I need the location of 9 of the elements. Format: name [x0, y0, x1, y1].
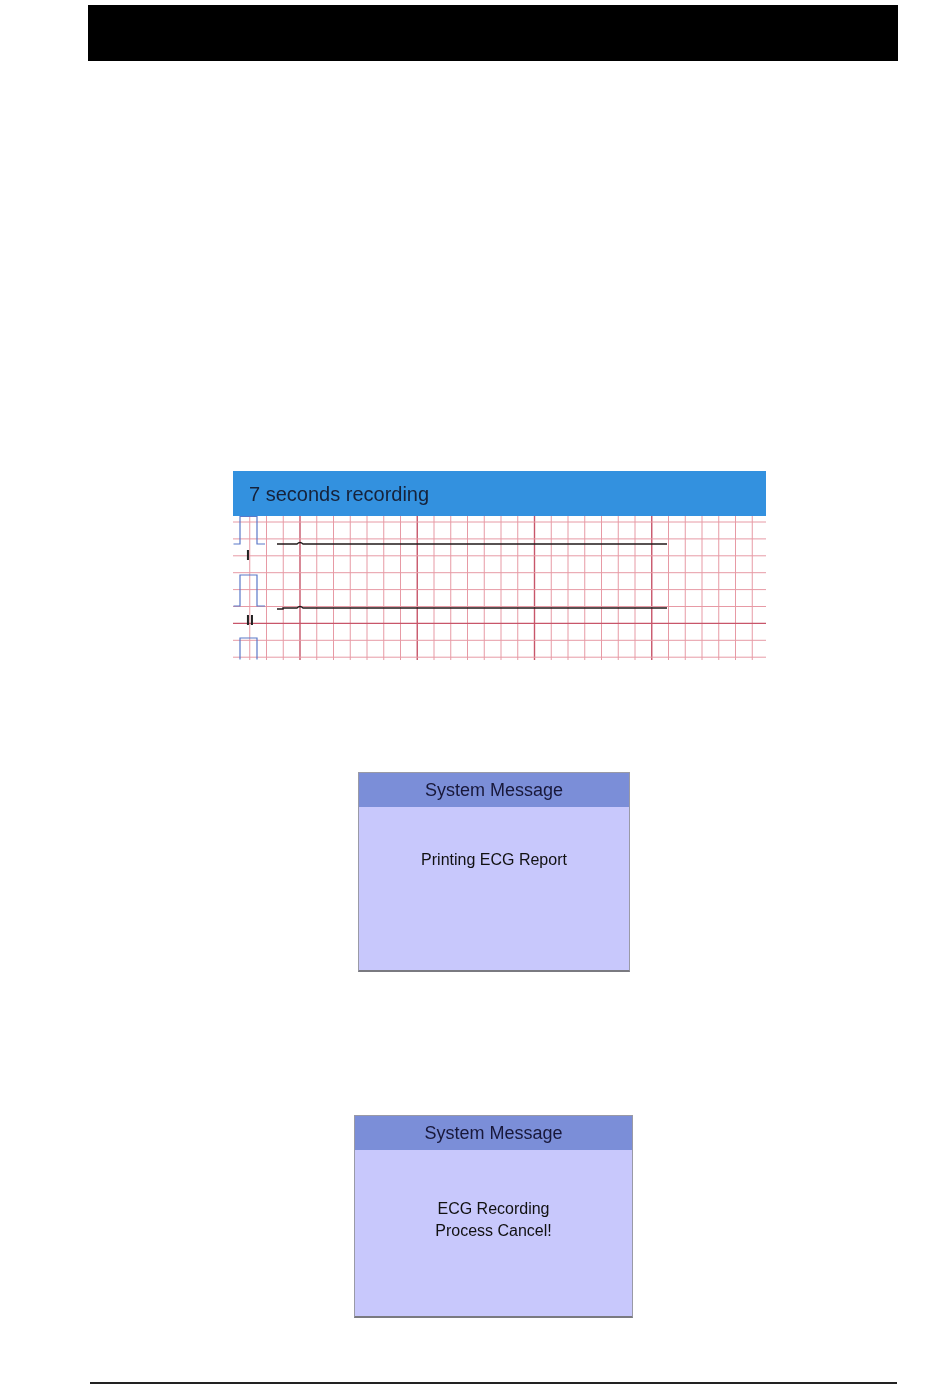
screen-title: 7 seconds recording — [249, 483, 430, 504]
calibration-pulse — [233, 516, 266, 545]
dialog-message: Printing ECG Report — [421, 850, 567, 870]
dialog-title: System Message — [424, 781, 564, 799]
calibration-pulse — [239, 637, 258, 660]
dialog-message: ECG Recording Process Cancel! — [435, 1199, 552, 1241]
dialog-title: System Message — [424, 1124, 563, 1142]
calibration-pulse — [233, 574, 266, 607]
lead-label: I — [246, 548, 250, 562]
